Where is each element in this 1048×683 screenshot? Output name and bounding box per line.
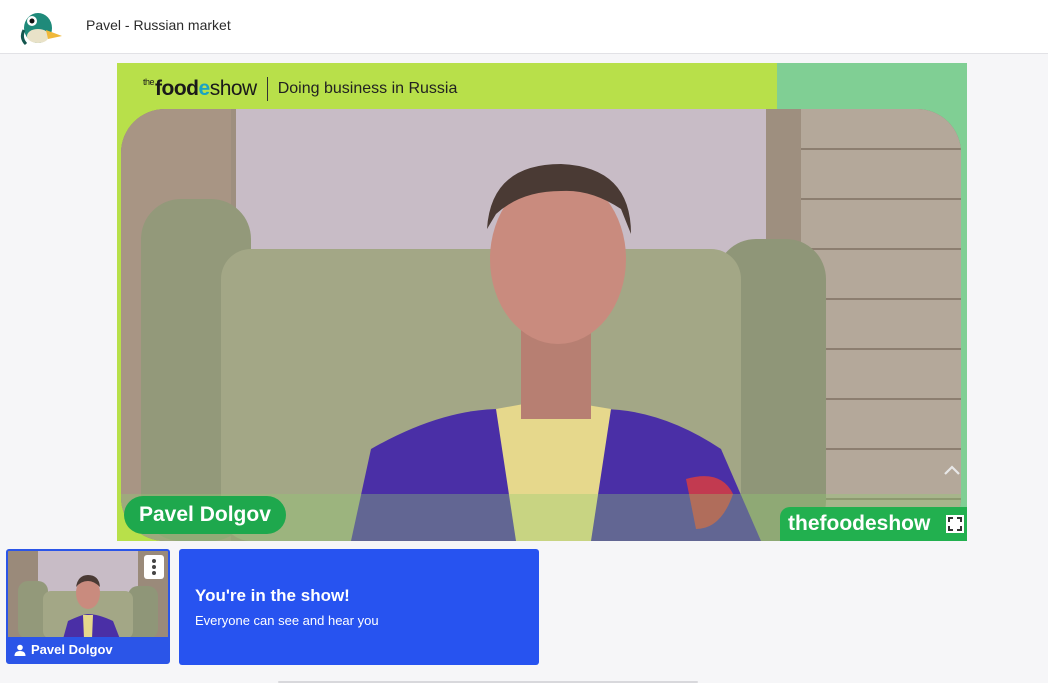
in-show-banner: You're in the show! Everyone can see and… [179, 549, 539, 665]
participant-menu-button[interactable] [144, 555, 164, 579]
top-bar: Pavel - Russian market [0, 0, 1048, 54]
foodeshow-watermark: thefoodeshow [780, 507, 967, 541]
person-icon [14, 644, 26, 656]
duck-logo-icon[interactable] [18, 6, 64, 46]
presenter-name-tag: Pavel Dolgov [124, 496, 286, 534]
brand-divider [266, 77, 268, 101]
main-stage: thefoodeshow Doing business in Russia Pa… [117, 63, 967, 541]
kebab-menu-icon [152, 559, 156, 575]
presenter-video-frame [121, 109, 961, 541]
fullscreen-icon[interactable] [946, 515, 964, 533]
event-title: Pavel - Russian market [86, 17, 231, 33]
participant-name: Pavel Dolgov [31, 642, 113, 657]
show-subtitle: Doing business in Russia [277, 80, 458, 97]
show-branding: thefoodeshow Doing business in Russia [143, 76, 457, 102]
participant-tile[interactable]: Pavel Dolgov [6, 549, 170, 664]
presenter-video [121, 109, 961, 541]
chevron-up-icon[interactable] [943, 463, 961, 477]
foodeshow-logo: thefoodeshow [143, 77, 257, 100]
participant-name-bar: Pavel Dolgov [8, 637, 168, 662]
banner-title: You're in the show! [195, 586, 350, 605]
banner-subtitle: Everyone can see and hear you [195, 613, 379, 628]
